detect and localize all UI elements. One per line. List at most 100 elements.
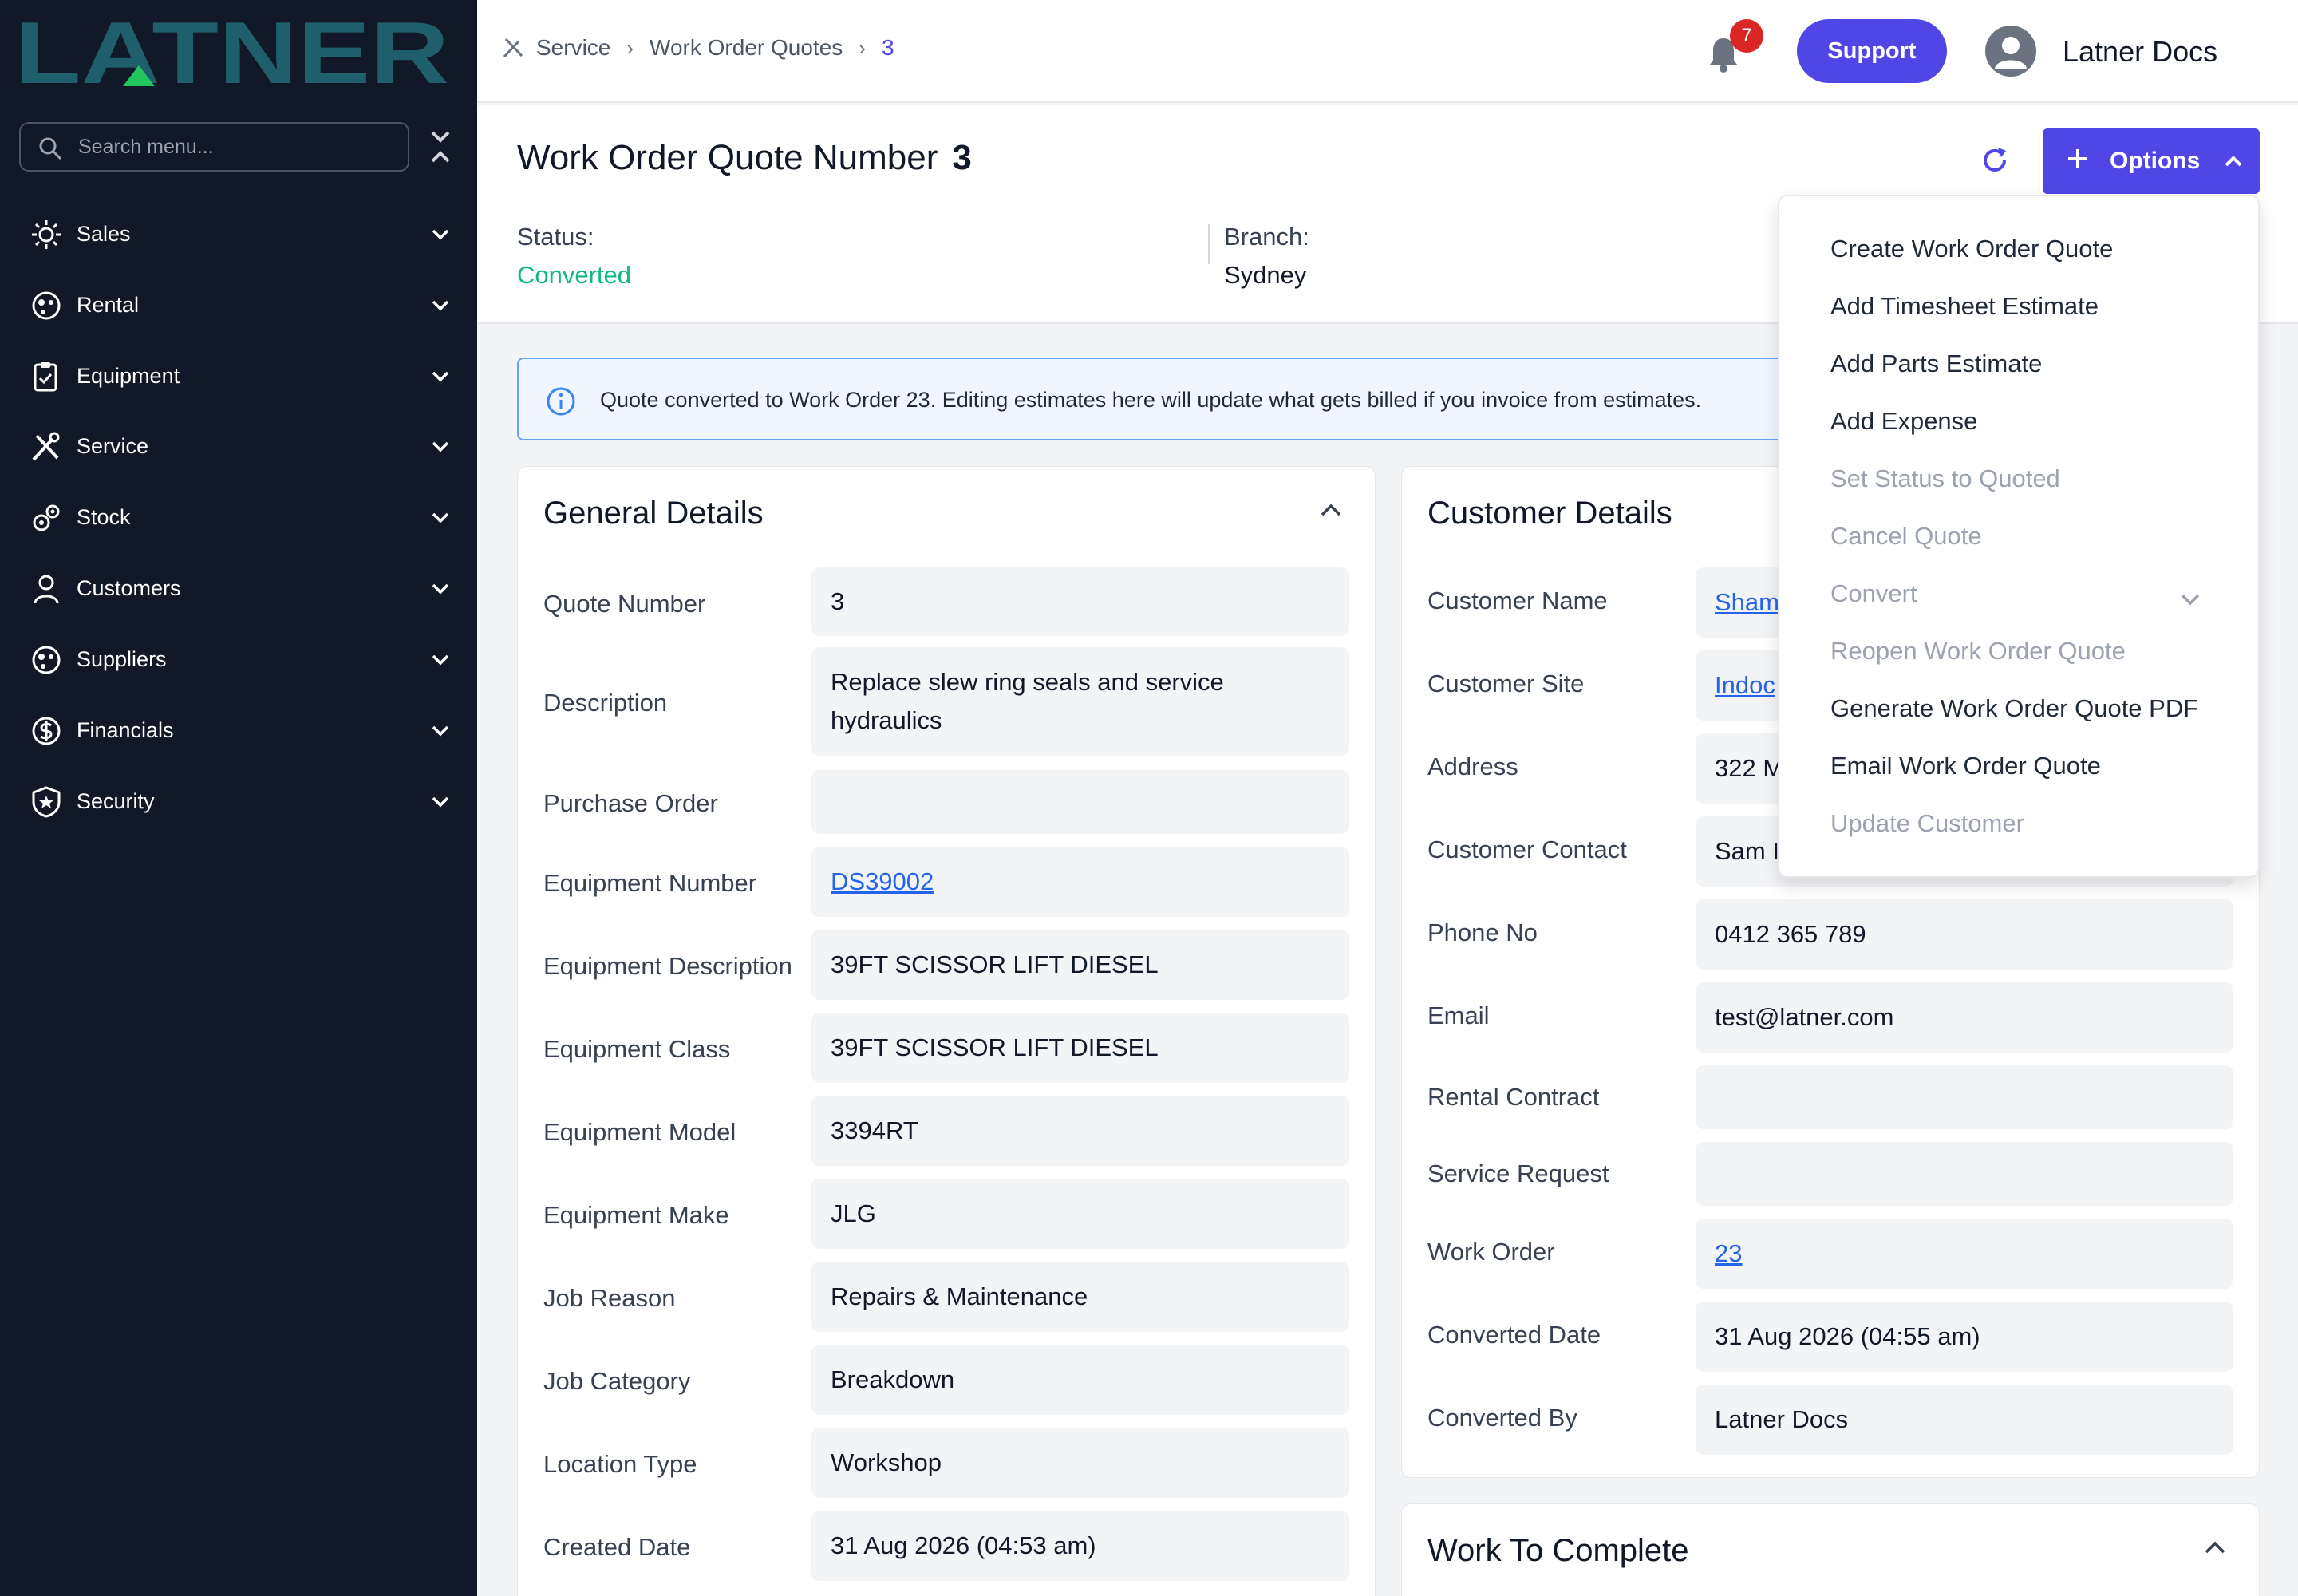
sidebar-item-label: Equipment xyxy=(77,364,180,388)
field-value[interactable]: Workshop xyxy=(811,1428,1349,1498)
sidebar-item-customers[interactable]: Customers xyxy=(0,560,477,616)
sidebar-item-security[interactable]: Security xyxy=(0,773,477,829)
menu-item-cancel-quote: Cancel Quote xyxy=(1830,522,1982,550)
menu-item-generate-pdf[interactable]: Generate Work Order Quote PDF xyxy=(1830,694,2198,723)
field-value[interactable]: Latner Docs xyxy=(1696,1385,2233,1455)
sidebar-item-suppliers[interactable]: Suppliers xyxy=(0,631,477,687)
divider xyxy=(1208,224,1210,264)
chevron-up-icon xyxy=(2225,156,2242,167)
field-value[interactable]: Replace slew ring seals and service hydr… xyxy=(811,647,1349,756)
menu-item-email-work-order-quote[interactable]: Email Work Order Quote xyxy=(1830,752,2101,780)
field-value[interactable]: 3 xyxy=(811,567,1349,636)
customer-name-link[interactable]: Sham xyxy=(1715,583,1779,622)
field-label: Quote Number xyxy=(543,590,706,618)
breadcrumb: Service › Work Order Quotes › 3 xyxy=(501,35,894,61)
sidebar-item-sales[interactable]: Sales xyxy=(0,206,477,262)
sidebar-item-label: Customers xyxy=(77,576,181,600)
collapse-icon[interactable] xyxy=(428,128,453,166)
rental-icon xyxy=(32,291,61,320)
sidebar-item-label: Security xyxy=(77,789,155,813)
menu-item-reopen-work-order-quote: Reopen Work Order Quote xyxy=(1830,637,2126,665)
field-value[interactable] xyxy=(1696,1065,2233,1129)
latner-logo[interactable]: LATNER xyxy=(14,14,449,94)
field-value[interactable] xyxy=(811,770,1349,834)
field-label: Purchase Order xyxy=(543,789,718,817)
avatar[interactable] xyxy=(1985,26,2036,77)
breadcrumb-service[interactable]: Service xyxy=(536,35,610,61)
search-input[interactable]: Search menu... xyxy=(19,122,409,172)
sidebar-item-stock[interactable]: Stock xyxy=(0,489,477,545)
breadcrumb-work-order-quotes[interactable]: Work Order Quotes xyxy=(650,35,843,61)
svg-text:LATNER: LATNER xyxy=(14,14,449,94)
field-value[interactable]: Repairs & Maintenance xyxy=(811,1262,1349,1332)
field-value[interactable]: 31 Aug 2026 (04:53 am) xyxy=(811,1511,1349,1581)
options-menu: Create Work Order Quote Add Timesheet Es… xyxy=(1778,195,2260,878)
field-value[interactable]: test@latner.com xyxy=(1696,982,2233,1053)
chevron-up-icon[interactable] xyxy=(1317,497,1344,524)
chevron-down-icon xyxy=(432,654,449,666)
chevron-up-icon[interactable] xyxy=(2201,1535,2229,1562)
branch-label: Branch: xyxy=(1224,223,1309,251)
stock-icon xyxy=(33,504,60,531)
field-label: Customer Site xyxy=(1427,670,1585,697)
field-label: Description xyxy=(543,689,668,717)
menu-item-set-status-to-quoted: Set Status to Quoted xyxy=(1830,464,2060,492)
info-text: Quote converted to Work Order 23. Editin… xyxy=(600,388,1702,412)
field-value[interactable]: 39FT SCISSOR LIFT DIESEL xyxy=(811,1013,1349,1083)
field-value[interactable]: JLG xyxy=(811,1179,1349,1249)
plus-icon xyxy=(2068,149,2087,168)
customer-site-link[interactable]: Indoc xyxy=(1715,666,1775,705)
field-label: Created Date xyxy=(543,1533,691,1561)
field-value[interactable]: 39FT SCISSOR LIFT DIESEL xyxy=(811,930,1349,1000)
sidebar-item-service[interactable]: Service xyxy=(0,418,477,474)
field-label: Job Category xyxy=(543,1367,691,1395)
breadcrumb-separator: › xyxy=(626,35,634,60)
field-label: Location Type xyxy=(543,1450,697,1478)
breadcrumb-current: 3 xyxy=(881,35,894,60)
status-label: Status: xyxy=(517,223,594,251)
field-value[interactable]: 3394RT xyxy=(811,1096,1349,1166)
chevron-down-icon xyxy=(432,300,449,311)
page-title-text: Work Order Quote Number xyxy=(517,138,938,177)
chevron-down-icon xyxy=(432,229,449,240)
equipment-number-link[interactable]: DS39002 xyxy=(831,863,934,901)
shield-icon xyxy=(32,786,61,818)
work-order-link[interactable]: 23 xyxy=(1715,1235,1742,1273)
field-value[interactable]: 31 Aug 2026 (04:55 am) xyxy=(1696,1302,2233,1372)
menu-item-update-customer: Update Customer xyxy=(1830,809,2024,837)
sidebar-item-financials[interactable]: Financials xyxy=(0,702,477,758)
support-button[interactable]: Support xyxy=(1797,19,1947,83)
field-value[interactable]: Breakdown xyxy=(811,1345,1349,1415)
field-label: Job Reason xyxy=(543,1284,676,1312)
menu-item-create-work-order-quote[interactable]: Create Work Order Quote xyxy=(1830,235,2113,263)
chevron-down-icon xyxy=(432,796,449,808)
field-label: Equipment Make xyxy=(543,1201,729,1229)
menu-item-add-expense[interactable]: Add Expense xyxy=(1830,407,1977,436)
field-value[interactable]: 0412 365 789 xyxy=(1696,899,2233,970)
general-details-title: General Details xyxy=(543,496,764,531)
chevron-down-icon xyxy=(432,371,449,382)
chevron-down-icon xyxy=(2181,594,2200,606)
field-label: Converted Date xyxy=(1427,1321,1601,1349)
work-to-complete-card: Work To Complete xyxy=(1401,1503,2260,1596)
sidebar-item-label: Service xyxy=(77,434,149,458)
field-label: Equipment Class xyxy=(543,1035,731,1063)
field-label: Address xyxy=(1427,753,1518,780)
chevron-down-icon xyxy=(432,441,449,452)
quote-number: 3 xyxy=(952,138,972,177)
field-value[interactable] xyxy=(1696,1142,2233,1206)
field-label: Service Request xyxy=(1427,1159,1609,1187)
dollar-icon xyxy=(32,717,61,745)
status-value: Converted xyxy=(517,261,632,289)
user-name[interactable]: Latner Docs xyxy=(2063,35,2217,69)
menu-item-add-timesheet-estimate[interactable]: Add Timesheet Estimate xyxy=(1830,292,2099,321)
options-button[interactable]: Options xyxy=(2043,128,2260,194)
refresh-icon[interactable] xyxy=(1977,143,2012,178)
page-title: Work Order Quote Number 3 xyxy=(517,138,972,178)
tools-icon xyxy=(503,38,523,58)
info-icon xyxy=(547,387,575,416)
menu-item-add-parts-estimate[interactable]: Add Parts Estimate xyxy=(1830,350,2042,378)
topbar: Service › Work Order Quotes › 3 7 Suppor… xyxy=(477,0,2298,103)
sidebar-item-equipment[interactable]: Equipment xyxy=(0,348,477,404)
sidebar-item-rental[interactable]: Rental xyxy=(0,277,477,333)
